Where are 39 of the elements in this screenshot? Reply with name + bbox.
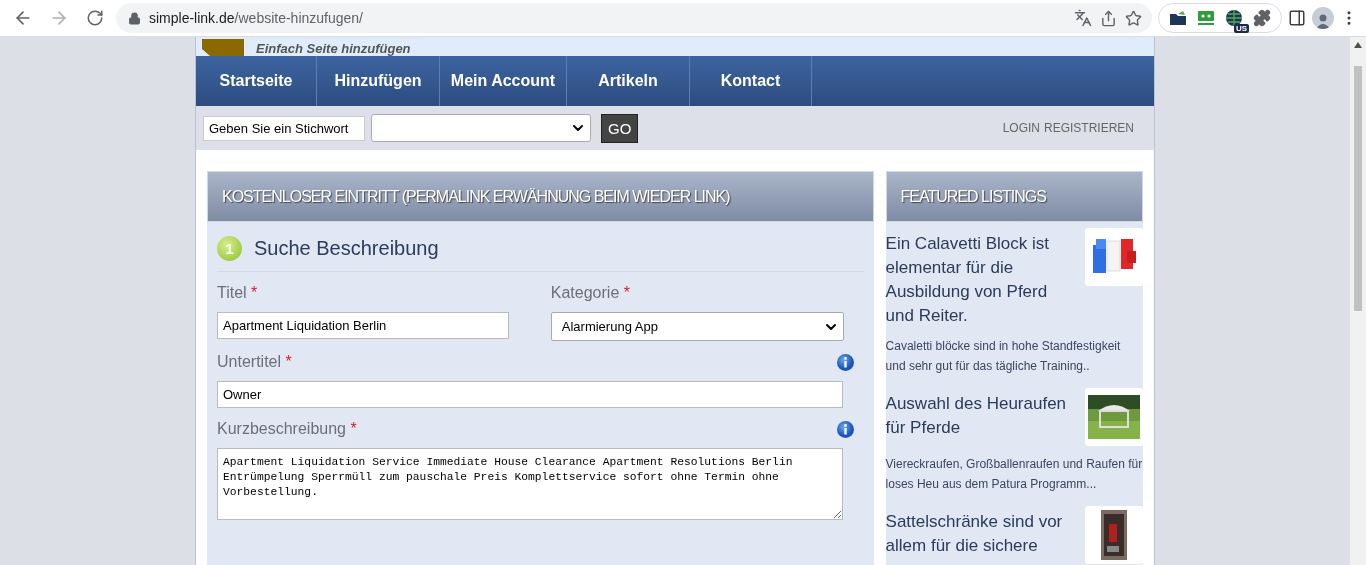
device-icon[interactable] bbox=[1197, 10, 1215, 26]
listing-text: Cavaletti blöcke sind in hohe Standfestigkeit und sehr gut für das tägliche Training.. bbox=[885, 338, 1122, 375]
step-title: Suche Beschreibung bbox=[254, 237, 439, 260]
account-link[interactable]: LOGIN bbox=[1002, 121, 1040, 135]
field-label: Untertitel * bbox=[217, 353, 292, 371]
listing-title[interactable]: Auswahl des Heuraufen für Pferde bbox=[885, 388, 1076, 446]
reload-icon[interactable] bbox=[86, 9, 104, 27]
description-field[interactable]: Apartment Liquidation Service Immediate House Clearance Apartment Resolutions Berlin Entrümpelung Sperrmüll zum pauschale Preis Komplettservice sofort ohne Termin ohne Vorbestellung. bbox=[217, 448, 843, 520]
listing-title[interactable]: Sattelschränke sind vor allem für die sichere bbox=[885, 506, 1076, 564]
text-field[interactable]: Apartment Liquidation Berlin bbox=[217, 312, 509, 339]
text-field[interactable]: Owner bbox=[217, 381, 843, 408]
translate-icon[interactable] bbox=[1074, 9, 1092, 27]
panel-title: FEATURED LISTINGS bbox=[900, 187, 1046, 206]
lock-icon bbox=[128, 11, 141, 25]
field-label: Kategorie * bbox=[550, 284, 630, 302]
listing-title[interactable]: Ein Calavetti Block ist elementar für die Ausbildung von Pferd und Reiter. bbox=[885, 228, 1076, 328]
field-label: Kurzbeschreibung * bbox=[217, 420, 357, 438]
step-number: 1 bbox=[217, 236, 242, 261]
scrollbar-thumb[interactable] bbox=[1354, 66, 1362, 311]
account-link[interactable]: REGISTRIEREN bbox=[1044, 121, 1134, 135]
profile-avatar[interactable] bbox=[1312, 7, 1334, 29]
share-icon[interactable] bbox=[1100, 9, 1117, 27]
globe-icon[interactable] bbox=[1225, 9, 1243, 27]
star-icon[interactable] bbox=[1125, 9, 1142, 27]
site-tagline: Einfach Seite hinzufügen bbox=[256, 41, 411, 56]
go-button[interactable]: GO bbox=[601, 113, 639, 143]
field-label: Titel * bbox=[217, 284, 258, 302]
address-bar[interactable]: simple-link.de/website-hinzufugen/ bbox=[116, 3, 1152, 33]
info-icon[interactable] bbox=[836, 420, 854, 438]
category-select[interactable]: Alarmierung App bbox=[550, 312, 844, 341]
scroll-up-icon[interactable] bbox=[1354, 42, 1362, 48]
folder-icon[interactable] bbox=[1169, 10, 1187, 26]
region-badge: US bbox=[1233, 24, 1249, 33]
panel-title: KOSTENLOSER EINTRITT (PERMALINK ERWÄHNUNG BEIM WIEDER LINK) bbox=[222, 187, 730, 206]
extensions-icon[interactable] bbox=[1253, 9, 1271, 27]
info-icon[interactable] bbox=[836, 353, 854, 371]
side-panel-icon[interactable] bbox=[1288, 9, 1306, 27]
listing-text: Viereckraufen, Großballenraufen und Raufen für loses Heu aus dem Patura Programm... bbox=[885, 456, 1143, 493]
keyword-field[interactable]: Geben Sie ein Stichwort bbox=[203, 115, 365, 141]
